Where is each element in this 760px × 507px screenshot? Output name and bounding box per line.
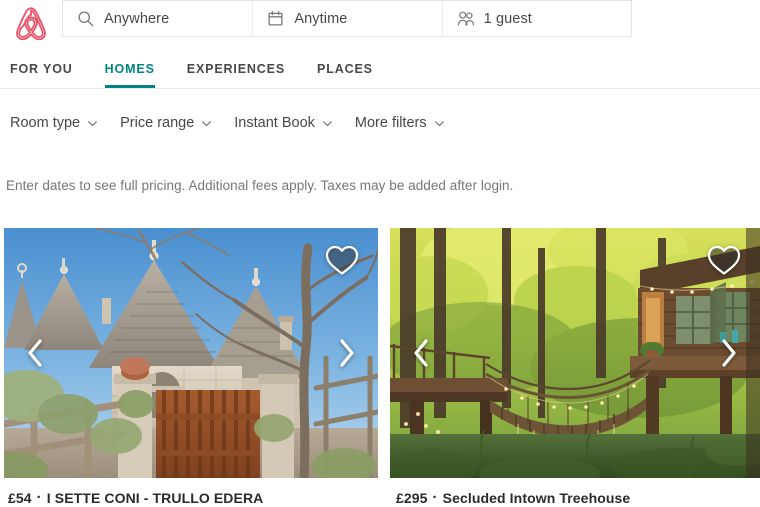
- app-header: Anywhere Anytime 1 guest: [0, 0, 760, 50]
- filter-label: More filters: [354, 114, 427, 131]
- filter-instant-book[interactable]: Instant Book: [230, 109, 345, 137]
- primary-nav-tabs: FOR YOU HOMES EXPERIENCES PLACES: [0, 50, 760, 89]
- listing-price: £295: [396, 490, 428, 506]
- search-dates-value: Anytime: [294, 10, 348, 27]
- listing-grid: £54 · I SETTE CONI - TRULLO EDERA £295 ·…: [0, 228, 760, 507]
- tab-label: HOMES: [104, 62, 155, 76]
- chevron-down-icon: [434, 117, 445, 128]
- search-bar[interactable]: Anywhere Anytime 1 guest: [62, 0, 632, 37]
- pricing-notice: Enter dates to see full pricing. Additio…: [6, 178, 514, 193]
- tab-places[interactable]: PLACES: [301, 50, 389, 88]
- filter-more-filters[interactable]: More filters: [351, 109, 457, 137]
- favorite-heart-icon[interactable]: [324, 242, 360, 276]
- tab-label: FOR YOU: [10, 62, 73, 76]
- caption-separator: ·: [36, 488, 42, 506]
- search-icon: [77, 10, 94, 27]
- tab-experiences[interactable]: EXPERIENCES: [171, 50, 301, 88]
- filter-label: Price range: [120, 114, 195, 131]
- listing-photo-trulli[interactable]: [4, 228, 378, 478]
- listing-title[interactable]: I SETTE CONI - TRULLO EDERA: [47, 490, 264, 506]
- search-guests-field[interactable]: 1 guest: [441, 1, 631, 36]
- tab-label: EXPERIENCES: [186, 62, 286, 76]
- photo-prev-button[interactable]: [18, 335, 52, 371]
- listing-title[interactable]: Secluded Intown Treehouse: [443, 490, 631, 506]
- photo-next-button[interactable]: [712, 335, 746, 371]
- favorite-heart-icon[interactable]: [706, 242, 742, 276]
- chevron-down-icon: [322, 117, 333, 128]
- filter-bar: Room type Price range Instant Book More …: [0, 100, 760, 145]
- search-dates-field[interactable]: Anytime: [252, 1, 441, 36]
- chevron-down-icon: [201, 117, 212, 128]
- tab-homes[interactable]: HOMES: [89, 50, 171, 88]
- chevron-down-icon: [87, 117, 98, 128]
- calendar-icon: [267, 10, 284, 27]
- filter-label: Instant Book: [234, 114, 315, 131]
- filter-label: Room type: [10, 114, 81, 131]
- listing-caption: £295 · Secluded Intown Treehouse: [390, 488, 760, 507]
- listing-photo-treehouse[interactable]: [390, 228, 760, 478]
- airbnb-belo-logo[interactable]: [8, 2, 54, 46]
- listing-card[interactable]: £295 · Secluded Intown Treehouse: [390, 228, 760, 506]
- listing-card[interactable]: £54 · I SETTE CONI - TRULLO EDERA: [4, 228, 378, 506]
- tab-for-you[interactable]: FOR YOU: [6, 50, 89, 88]
- photo-next-button[interactable]: [330, 335, 364, 371]
- photo-prev-button[interactable]: [404, 335, 438, 371]
- listing-price: £54: [8, 490, 32, 506]
- search-guests-value: 1 guest: [483, 10, 532, 27]
- search-location-value: Anywhere: [104, 10, 170, 27]
- tab-label: PLACES: [317, 62, 373, 76]
- search-location-field[interactable]: Anywhere: [63, 1, 252, 36]
- caption-separator: ·: [432, 488, 438, 506]
- airbnb-homes-search-page: Anywhere Anytime 1 guest FOR YOU HOMES E…: [0, 0, 760, 507]
- filter-price-range[interactable]: Price range: [116, 109, 224, 137]
- listing-caption: £54 · I SETTE CONI - TRULLO EDERA: [4, 488, 378, 507]
- guests-icon: [457, 10, 474, 27]
- filter-room-type[interactable]: Room type: [6, 109, 110, 137]
